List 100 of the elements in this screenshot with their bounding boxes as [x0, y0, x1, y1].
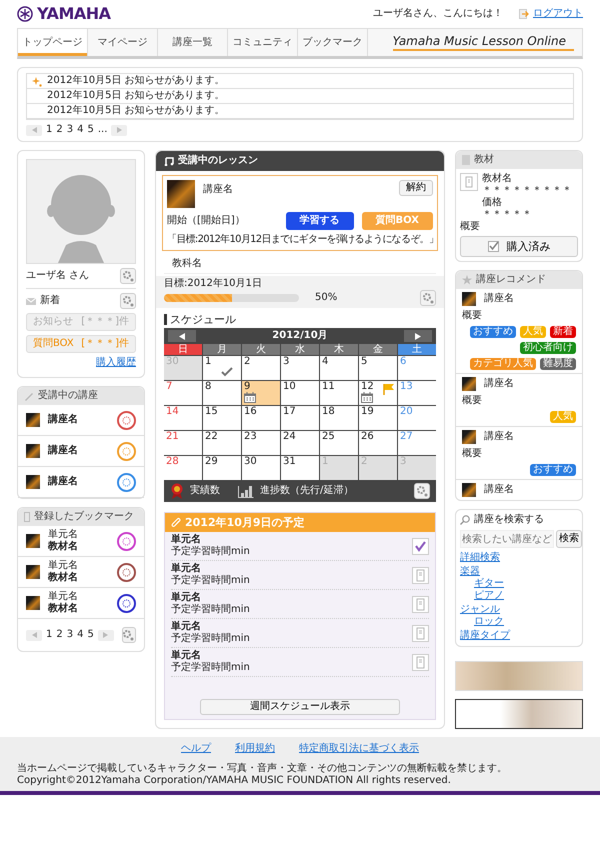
calendar-day[interactable]: 31 [281, 456, 319, 480]
course-name[interactable]: 講座名 [484, 484, 514, 496]
category-link[interactable]: 詳細検索 [460, 552, 500, 564]
next-page-button[interactable] [98, 630, 114, 640]
footer-link[interactable]: ヘルプ [181, 743, 211, 756]
page-link[interactable]: ... [98, 124, 108, 136]
unit-name[interactable]: 単元名 [48, 591, 109, 603]
category-link[interactable]: ピアノ [474, 590, 504, 602]
material-name[interactable]: 教材名 [48, 541, 109, 553]
calendar-day[interactable]: 18 [320, 406, 358, 430]
footer-link[interactable]: 利用規約 [235, 743, 275, 756]
unit-name[interactable]: 単元名 [48, 529, 109, 541]
greeting-text: ユーザ名さん、こんにちは！ [373, 8, 503, 20]
page-link[interactable]: 3 [66, 629, 74, 641]
notice-item[interactable]: 2012年10月5日 お知らせがあります。 [47, 75, 225, 86]
course-name[interactable]: 講座名 [484, 378, 514, 390]
calendar-day[interactable]: 29 [203, 456, 241, 480]
notice-item[interactable]: 2012年10月5日 お知らせがあります。 [47, 105, 225, 116]
category-link[interactable]: ギター [474, 578, 504, 590]
course-name[interactable]: 講座名 [48, 476, 109, 488]
summary-label: 概要 [462, 310, 483, 322]
unit-name[interactable]: 単元名 [171, 650, 250, 662]
panel-title: 受講中のレッスン [178, 155, 258, 167]
purchase-history-link[interactable]: 購入履歴 [96, 357, 136, 368]
calendar-day[interactable]: 4 [320, 356, 358, 380]
study-button[interactable]: 学習する [286, 212, 354, 230]
unit-name[interactable]: 単元名 [171, 534, 250, 546]
material-name[interactable]: 教材名 [48, 572, 109, 584]
page-link[interactable]: 2 [56, 124, 63, 136]
cancel-button[interactable]: 解約 [399, 180, 433, 196]
previous-page-button[interactable] [26, 630, 42, 640]
calendar-day[interactable]: 8 [203, 381, 241, 405]
next-page-button[interactable] [111, 124, 128, 136]
calendar-day[interactable]: 19 [359, 406, 397, 430]
previous-month-button[interactable] [168, 330, 196, 342]
calendar-day[interactable]: 10 [281, 381, 319, 405]
gear-icon [416, 486, 428, 496]
right-triangle-icon [415, 332, 421, 340]
page-link[interactable]: 1 [46, 629, 52, 641]
course-name[interactable]: 講座名 [48, 445, 109, 457]
category-link[interactable]: ジャンル [460, 604, 500, 616]
calendar-day[interactable]: 9 [242, 381, 280, 405]
logout-icon [519, 9, 529, 19]
category-link[interactable]: ロック [474, 616, 504, 628]
logout-link[interactable]: ログアウト [533, 8, 583, 20]
page-link[interactable]: 4 [77, 629, 84, 641]
page-link[interactable]: 5 [88, 124, 94, 136]
calendar-day[interactable]: 11 [320, 381, 358, 405]
right-triangle-icon [116, 126, 122, 133]
unit-name[interactable]: 単元名 [171, 621, 250, 634]
category-link[interactable]: 講座タイプ [460, 630, 510, 642]
calendar-day[interactable]: 24 [281, 431, 319, 455]
notice-item[interactable]: 2012年10月5日 お知らせがあります。 [47, 90, 225, 101]
previous-page-button[interactable] [26, 124, 42, 136]
calendar-day[interactable]: 23 [242, 431, 280, 455]
calendar-day[interactable]: 12 [359, 381, 397, 405]
calendar-day[interactable]: 1 [203, 356, 241, 380]
search-field[interactable]: 検索したい講座など [460, 530, 554, 548]
unit-name[interactable]: 単元名 [48, 560, 109, 572]
course-name[interactable]: 講座名 [48, 414, 109, 426]
calendar-day[interactable]: 21 [164, 431, 202, 455]
course-tag: 難易度 [540, 358, 576, 370]
calendar-day[interactable]: 22 [203, 431, 241, 455]
page-link[interactable]: 5 [88, 629, 94, 641]
panel-title: 登録したブックマーク [34, 511, 134, 523]
nav-tab[interactable]: トップページ [18, 29, 88, 56]
left-triangle-icon [32, 632, 36, 638]
page-link[interactable]: 1 [46, 124, 52, 136]
unit-name[interactable]: 単元名 [171, 563, 250, 576]
footer-link[interactable]: 特定商取引法に基づく表示 [299, 743, 419, 756]
calendar-day[interactable]: 5 [359, 356, 397, 380]
page-link[interactable]: 3 [66, 124, 74, 136]
course-tag: おすすめ [530, 464, 576, 476]
next-month-button[interactable] [404, 330, 432, 342]
course-name[interactable]: 講座名 [484, 293, 514, 306]
calendar-day[interactable]: 7 [164, 381, 202, 405]
unit-name[interactable]: 単元名 [171, 592, 250, 604]
category-link[interactable]: 楽器 [460, 566, 480, 578]
panel-title: 教材 [474, 154, 494, 166]
calendar-day[interactable]: 16 [242, 406, 280, 430]
calendar-day[interactable]: 14 [164, 406, 202, 430]
purchased-button[interactable]: 購入済み [460, 236, 578, 258]
summary-label: 概要 [460, 221, 481, 233]
course-name[interactable]: 講座名 [484, 431, 514, 444]
page-link[interactable]: 2 [56, 629, 63, 641]
settings-button[interactable] [414, 483, 430, 499]
calendar-day[interactable]: 25 [320, 431, 358, 455]
page-link[interactable]: 4 [77, 124, 84, 136]
calendar-day[interactable]: 26 [359, 431, 397, 455]
calendar-day[interactable]: 28 [164, 456, 202, 480]
banner-photo[interactable] [455, 699, 583, 730]
calendar-day[interactable]: 3 [281, 356, 319, 380]
calendar-day[interactable]: 30 [242, 456, 280, 480]
weekly-schedule-button[interactable]: 週間スケジュール表示 [200, 699, 400, 716]
calendar-day[interactable]: 17 [281, 406, 319, 430]
calendar-day[interactable]: 15 [203, 406, 241, 430]
calendar-day[interactable]: 2 [242, 356, 280, 380]
material-name[interactable]: 教材名 [48, 603, 109, 615]
course-thumbnail [462, 377, 476, 392]
search-button[interactable]: 検索 [556, 530, 582, 548]
